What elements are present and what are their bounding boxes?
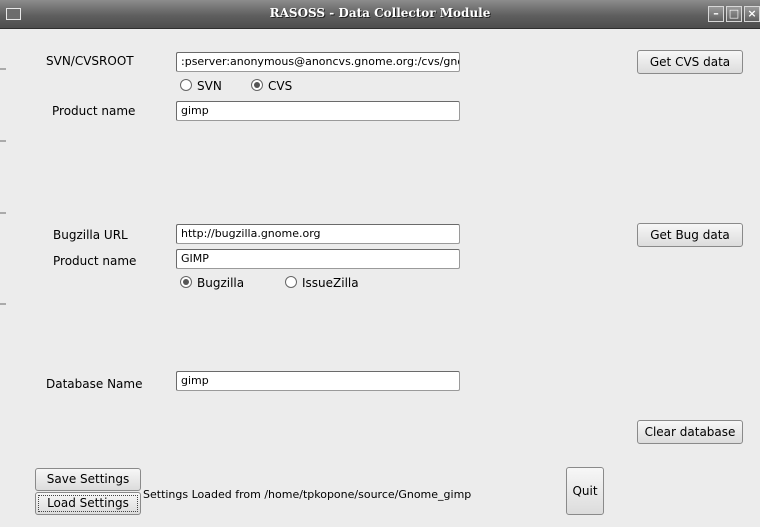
radio-checked-icon: [180, 276, 192, 288]
settings-status-text: Settings Loaded from /home/tpkopone/sour…: [143, 488, 472, 501]
svn-cvsroot-input[interactable]: :pserver:anonymous@anoncvs.gnome.org:/cv…: [176, 52, 460, 72]
close-icon[interactable]: ×: [744, 6, 760, 22]
window-edge-mark: [0, 140, 6, 142]
database-name-label: Database Name: [46, 377, 143, 391]
radio-checked-icon: [251, 79, 263, 91]
svn-cvsroot-label: SVN/CVSROOT: [46, 54, 134, 68]
window-edge-mark: [0, 68, 6, 70]
issuezilla-radio[interactable]: IssueZilla: [285, 276, 359, 290]
database-name-input[interactable]: gimp: [176, 371, 460, 391]
window-title: RASOSS - Data Collector Module: [269, 6, 491, 20]
bugzilla-radio-label: Bugzilla: [197, 276, 245, 290]
save-settings-button[interactable]: Save Settings: [35, 468, 141, 491]
bugzilla-url-label: Bugzilla URL: [53, 228, 128, 242]
window-edge-mark: [0, 212, 6, 214]
get-bug-data-button[interactable]: Get Bug data: [637, 223, 743, 247]
get-cvs-data-button[interactable]: Get CVS data: [637, 50, 743, 74]
load-settings-button[interactable]: Load Settings: [35, 492, 141, 515]
window-edge-mark: [0, 303, 6, 305]
cvs-radio-label: CVS: [268, 79, 293, 93]
cvs-radio[interactable]: CVS: [251, 79, 292, 93]
svn-radio-label: SVN: [197, 79, 222, 93]
issuezilla-radio-label: IssueZilla: [302, 276, 359, 290]
title-bar[interactable]: RASOSS - Data Collector Module – □ ×: [0, 0, 760, 29]
bug-product-name-input[interactable]: GIMP: [176, 249, 460, 269]
svn-radio[interactable]: SVN: [180, 79, 222, 93]
maximize-icon[interactable]: □: [726, 6, 742, 22]
radio-unchecked-icon: [285, 276, 297, 288]
bug-product-name-label: Product name: [53, 254, 137, 268]
clear-database-button[interactable]: Clear database: [637, 420, 743, 444]
quit-button[interactable]: Quit: [566, 467, 604, 515]
radio-unchecked-icon: [180, 79, 192, 91]
cvs-product-name-label: Product name: [52, 104, 136, 118]
minimize-icon[interactable]: –: [708, 6, 724, 22]
bugzilla-url-input[interactable]: http://bugzilla.gnome.org: [176, 224, 460, 244]
bugzilla-radio[interactable]: Bugzilla: [180, 276, 244, 290]
cvs-product-name-input[interactable]: gimp: [176, 101, 460, 121]
